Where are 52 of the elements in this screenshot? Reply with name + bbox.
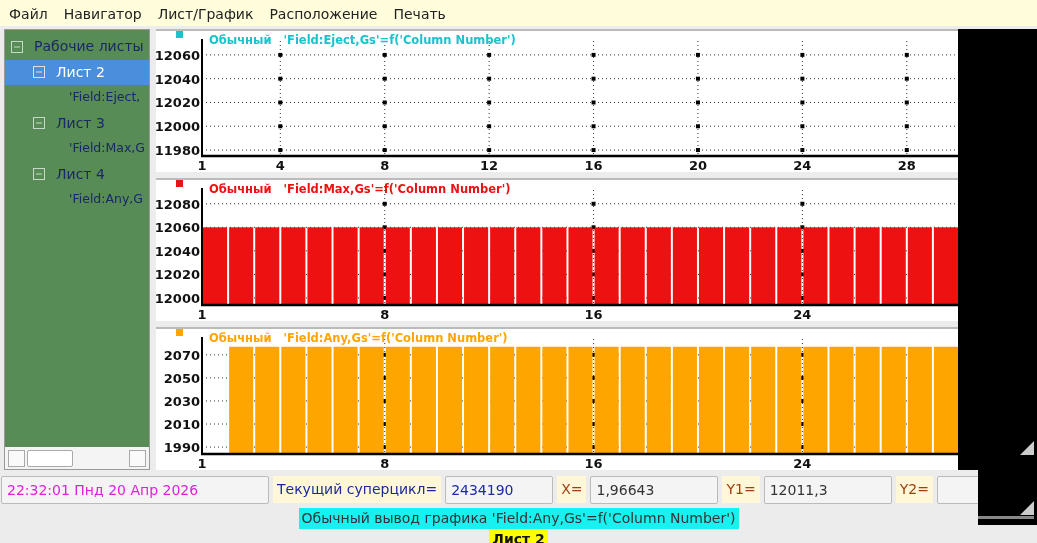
x-tick-label: 1 (197, 307, 207, 321)
menu-item[interactable]: Печать (393, 1, 454, 25)
x-tick-label: 20 (689, 158, 708, 172)
y-tick-label: 12000 (156, 119, 201, 135)
menu-item[interactable]: Расположение (269, 1, 386, 25)
chart-title: Обычный 'Field:Eject,Gs'=f('Column Number') (209, 33, 516, 47)
y-tick-label: 2030 (163, 393, 201, 409)
menu-item[interactable]: Лист/График (157, 1, 262, 25)
chart-title: Обычный 'Field:Any,Gs'=f('Column Number') (209, 331, 508, 345)
x-tick-label: 8 (380, 307, 390, 321)
x-tick-label: 8 (380, 158, 390, 172)
datetime-field[interactable]: 22:32:01 Пнд 20 Апр 2026 (1, 475, 269, 504)
y-tick-label: 2050 (163, 370, 201, 386)
y-tick-label: 12040 (156, 243, 201, 259)
y-tick-label: 2070 (163, 347, 201, 363)
supercycle-field[interactable]: 2434190 (445, 475, 554, 504)
x-tick-label: 24 (793, 307, 812, 321)
tree-item[interactable]: 'Field:Max,G (69, 139, 145, 159)
y-tick-label: 12020 (156, 267, 201, 283)
field-label: Y2= (895, 476, 933, 503)
y-tick-label: 12080 (156, 196, 201, 212)
x-field[interactable]: 1,96643 (590, 475, 719, 504)
y-tick-label: 11980 (156, 143, 201, 159)
x-tick-label: 28 (897, 158, 916, 172)
x-tick-label: 1 (197, 456, 207, 470)
x-tick-label: 4 (275, 158, 285, 172)
x-tick-label: 8 (380, 456, 390, 470)
y-tick-label: 1990 (163, 440, 201, 456)
tree-item[interactable]: Рабочие листы (34, 36, 144, 58)
x-tick-label: 16 (584, 158, 603, 172)
chart-title: Обычный 'Field:Max,Gs'=f('Column Number') (209, 182, 511, 196)
tree-item[interactable]: 'Field:Any,G (69, 190, 144, 210)
menu-item[interactable]: Навигатор (63, 1, 150, 25)
y-tick-label: 12000 (156, 290, 201, 306)
y-tick-label: 2010 (163, 417, 201, 432)
y-tick-label: 12060 (156, 220, 201, 236)
y-tick-label: 12020 (156, 95, 201, 111)
y-tick-label: 12040 (156, 71, 201, 87)
y1-field[interactable]: 12011,3 (763, 475, 892, 504)
x-tick-label: 1 (197, 158, 207, 172)
x-tick-label: 24 (793, 158, 812, 172)
x-tick-label: 24 (793, 456, 812, 470)
y-tick-label: 12060 (156, 47, 201, 63)
x-tick-label: 12 (480, 158, 499, 172)
field-label: Текущий суперцикл= (273, 476, 442, 503)
x-tick-label: 16 (584, 456, 603, 470)
field-label: Y1= (722, 476, 760, 503)
field-label: X= (557, 476, 587, 503)
x-tick-label: 16 (584, 307, 603, 321)
status-message: Обычный вывод графика 'Field:Any,Gs'=f('Column Number') (298, 508, 739, 529)
tree-item[interactable]: Лист 3 (56, 112, 105, 134)
menu-item[interactable]: Файл (9, 1, 56, 25)
